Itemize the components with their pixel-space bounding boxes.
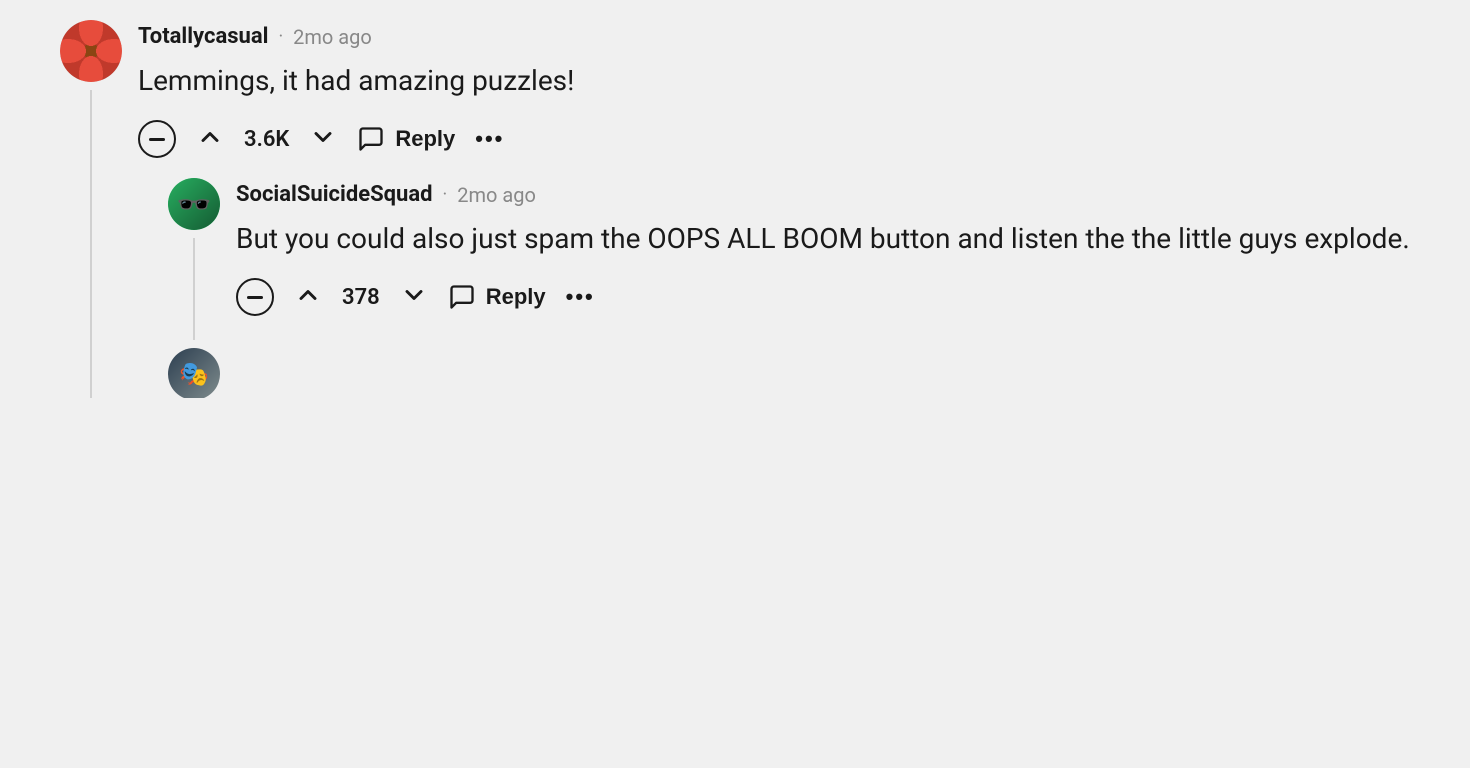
timestamp-1: 2mo ago (293, 25, 372, 49)
comment-1-actions: 3.6K Reply ••• (138, 120, 1410, 158)
comment-text-2: But you could also just spam the OOPS AL… (236, 219, 1410, 258)
comment-2-body: SocialSuicideSquad · 2mo ago But you cou… (236, 178, 1410, 340)
upvote-button-2[interactable] (294, 281, 322, 314)
avatar-totallycasual (60, 20, 122, 82)
more-button-1[interactable]: ••• (475, 126, 504, 152)
downvote-button-2[interactable] (400, 281, 428, 314)
comment-1-body: Totallycasual · 2mo ago Lemmings, it had… (138, 20, 1410, 398)
vote-count-1: 3.6K (244, 127, 289, 152)
comment-2-actions: 378 Reply (236, 278, 1410, 316)
reply-label-1: Reply (395, 126, 455, 152)
comment-1: Totallycasual · 2mo ago Lemmings, it had… (60, 20, 1410, 398)
reply-button-2[interactable]: Reply (448, 283, 546, 311)
more-button-2[interactable]: ••• (566, 284, 595, 310)
comment-text-1: Lemmings, it had amazing puzzles! (138, 61, 1410, 100)
reply-left-1: 🕶️ (168, 178, 220, 340)
vote-count-2: 378 (342, 285, 380, 310)
username-2: SocialSuicideSquad (236, 182, 433, 207)
reply-comment-1: 🕶️ SocialSuicideSquad · 2mo ago But you … (168, 178, 1410, 340)
collapse-icon-1 (149, 138, 165, 141)
username-1: Totallycasual (138, 24, 268, 49)
next-avatar-row: 🎭 (168, 348, 1410, 398)
page-container: Totallycasual · 2mo ago Lemmings, it had… (0, 0, 1470, 768)
collapse-button-1[interactable] (138, 120, 176, 158)
downvote-button-1[interactable] (309, 123, 337, 156)
dot-separator-1: · (278, 26, 283, 47)
replies-section-1: 🕶️ SocialSuicideSquad · 2mo ago But you … (168, 178, 1410, 398)
avatar-emoji: 🕶️ (177, 188, 212, 221)
next-avatar: 🎭 (168, 348, 220, 398)
comment-2-header: SocialSuicideSquad · 2mo ago (236, 182, 1410, 207)
thread-line-1 (90, 90, 92, 398)
timestamp-2: 2mo ago (457, 183, 536, 207)
avatar-socialsuicidesquad: 🕶️ (168, 178, 220, 230)
thread-line-2 (193, 238, 195, 340)
next-avatar-icon: 🎭 (179, 360, 209, 388)
comment-1-header: Totallycasual · 2mo ago (138, 24, 1410, 49)
collapse-button-2[interactable] (236, 278, 274, 316)
more-icon-1: ••• (475, 126, 504, 151)
reply-label-2: Reply (486, 284, 546, 310)
dot-separator-2: · (443, 184, 448, 205)
collapse-icon-2 (247, 296, 263, 299)
more-icon-2: ••• (566, 284, 595, 309)
avatar-reply-inner: 🕶️ (168, 178, 220, 230)
upvote-button-1[interactable] (196, 123, 224, 156)
comment-1-left (60, 20, 122, 398)
reply-button-1[interactable]: Reply (357, 125, 455, 153)
